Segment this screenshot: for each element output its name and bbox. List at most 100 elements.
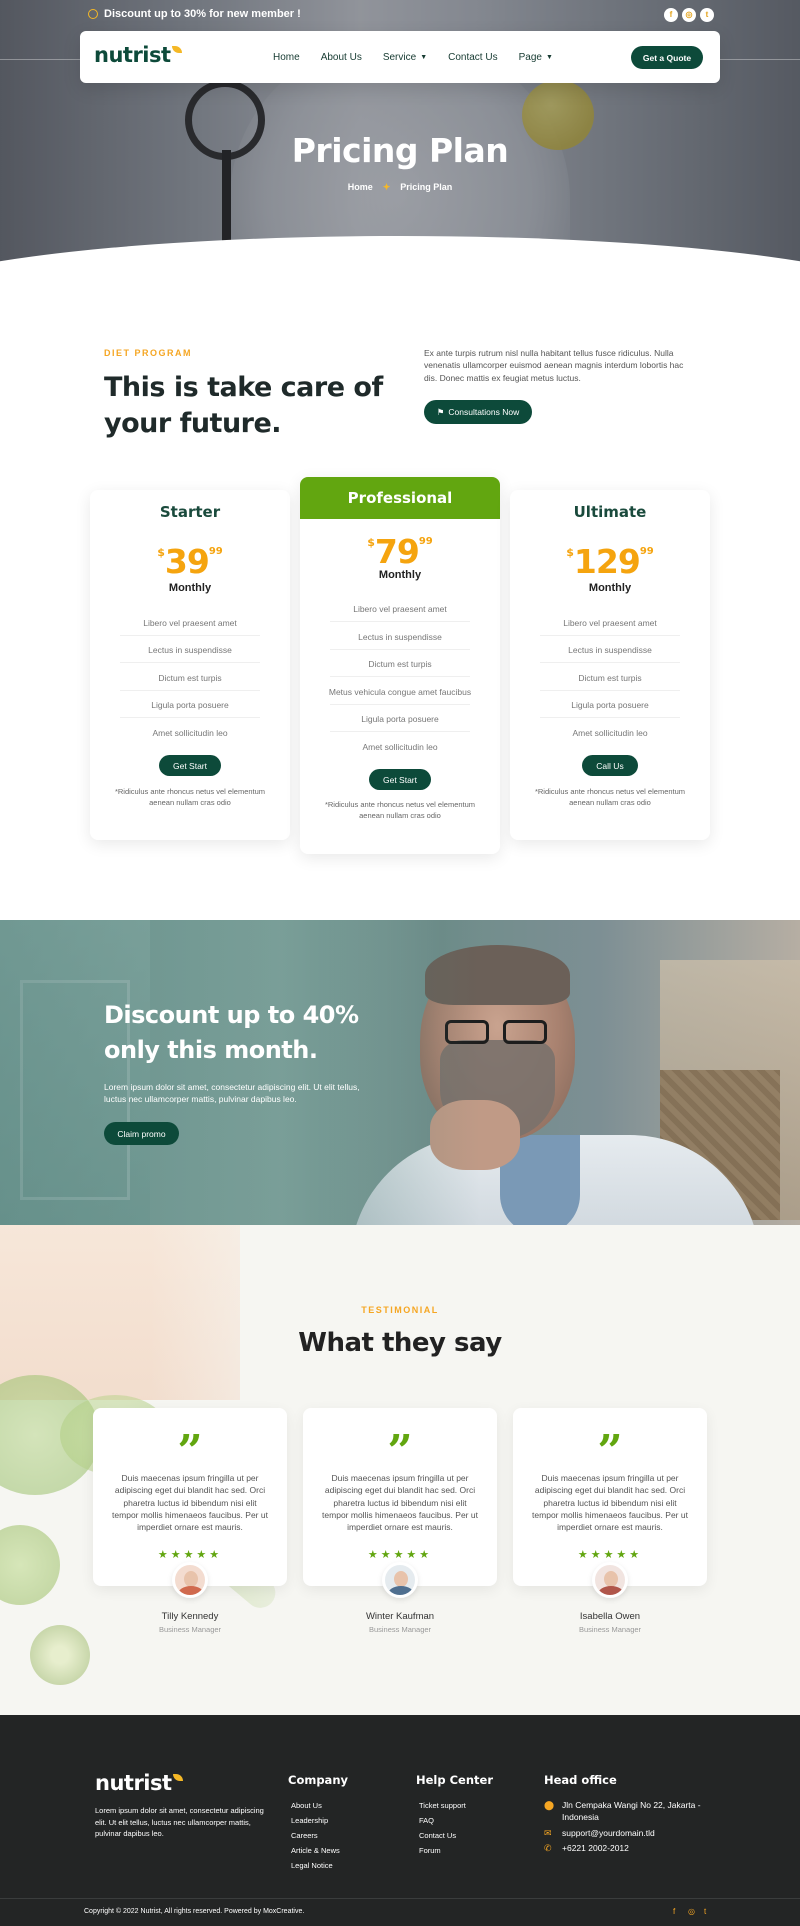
- twitter-icon[interactable]: t: [700, 8, 714, 22]
- get-start-button[interactable]: Get Start: [369, 769, 431, 790]
- testimonial-card: ” Duis maecenas ipsum fringilla ut per a…: [93, 1408, 287, 1586]
- pricing-card-starter: Starter $3999 Monthly Libero vel praesen…: [90, 490, 290, 840]
- nav-item-about-us[interactable]: About Us: [321, 52, 362, 63]
- phone-text: +6221 2002-2012: [562, 1843, 629, 1853]
- nav-item-home[interactable]: Home: [273, 52, 300, 63]
- divider: [120, 662, 260, 663]
- section-description: Ex ante turpis rutrum nisl nulla habitan…: [424, 348, 684, 383]
- testimonial-name: Isabella Owen: [579, 1611, 641, 1622]
- plan-feature: Ligula porta posuere: [361, 714, 439, 724]
- testimonial-name: Winter Kaufman: [365, 1611, 435, 1622]
- price-amount: 79: [374, 532, 420, 571]
- consultations-now-button[interactable]: ⚑ Consultations Now: [424, 400, 532, 424]
- testimonial-card: ” Duis maecenas ipsum fringilla ut per a…: [303, 1408, 497, 1586]
- plan-feature: Lectus in suspendisse: [358, 632, 442, 642]
- divider: [330, 621, 470, 622]
- footer-phone[interactable]: ✆ +6221 2002-2012: [544, 1842, 629, 1855]
- plan-price: $7999: [300, 532, 500, 571]
- star-rating-icon: ★★★★★: [577, 1549, 643, 1561]
- facebook-icon[interactable]: f: [664, 8, 678, 22]
- footer-link[interactable]: Legal Notice: [291, 1861, 333, 1870]
- mail-icon: ✉: [544, 1828, 552, 1838]
- footer-link[interactable]: About Us: [291, 1801, 322, 1810]
- testimonial-text: Duis maecenas ipsum fringilla ut per adi…: [322, 1473, 478, 1533]
- star-rating-icon: ★★★★★: [367, 1549, 433, 1561]
- divider: [330, 704, 470, 705]
- flag-icon: ⚑: [436, 406, 445, 417]
- divider: [540, 635, 680, 636]
- instagram-icon[interactable]: ◎: [688, 1907, 695, 1916]
- apple-graphic: [0, 1525, 60, 1605]
- price-cents: 99: [639, 546, 654, 557]
- section-eyebrow: DIET PROGRAM: [104, 348, 193, 358]
- plan-price: $12999: [510, 542, 710, 581]
- footer-about: Lorem ipsum dolor sit amet, consectetur …: [95, 1806, 264, 1839]
- footer-heading-help-center: Help Center: [416, 1773, 493, 1787]
- nav-item-page[interactable]: Page ▼: [519, 52, 553, 63]
- section-title: What they say: [298, 1328, 502, 1358]
- footer-address: ⬤ Jln Cempaka Wangi No 22, Jakarta - Ind…: [544, 1799, 704, 1824]
- plan-feature: Amet sollicitudin leo: [152, 728, 228, 738]
- nav-menu: Home About Us Service ▼ Contact Us Page ▼: [273, 31, 574, 83]
- banner-description: Lorem ipsum dolor sit amet, consectetur …: [104, 1082, 360, 1105]
- footer-link[interactable]: FAQ: [419, 1816, 434, 1825]
- footer-heading-head-office: Head office: [544, 1773, 617, 1787]
- divider: [120, 690, 260, 691]
- plan-feature: Dictum est turpis: [158, 673, 222, 683]
- banner-overlay: [0, 920, 800, 1225]
- quote-icon: ”: [597, 1426, 623, 1477]
- divider: [330, 676, 470, 677]
- section-eyebrow: TESTIMONIAL: [361, 1305, 439, 1315]
- logo-text: nutrist: [94, 43, 171, 67]
- get-a-quote-button[interactable]: Get a Quote: [631, 46, 703, 69]
- plan-note: *Ridiculus ante rhoncus netus vel elemen…: [114, 787, 266, 808]
- plan-feature: Dictum est turpis: [368, 659, 432, 669]
- breadcrumb-home[interactable]: Home: [348, 182, 373, 192]
- address-text: Jln Cempaka Wangi No 22, Jakarta - Indon…: [562, 1800, 701, 1823]
- footer-link[interactable]: Ticket support: [419, 1801, 466, 1810]
- testimonial-text: Duis maecenas ipsum fringilla ut per adi…: [532, 1473, 688, 1533]
- divider: [540, 662, 680, 663]
- nav-label: Home: [273, 51, 300, 63]
- plan-note: *Ridiculus ante rhoncus netus vel elemen…: [324, 800, 476, 821]
- pricing-card-ultimate: Ultimate $12999 Monthly Libero vel praes…: [510, 490, 710, 840]
- facebook-icon[interactable]: f: [673, 1907, 675, 1916]
- site-logo[interactable]: nutrist: [94, 43, 182, 67]
- testimonial-text: Duis maecenas ipsum fringilla ut per adi…: [112, 1473, 268, 1533]
- footer-link[interactable]: Article & News: [291, 1846, 340, 1855]
- footer-link[interactable]: Contact Us: [419, 1831, 456, 1840]
- nav-item-contact-us[interactable]: Contact Us: [448, 52, 497, 63]
- currency-symbol: $: [367, 536, 375, 549]
- divider: [330, 731, 470, 732]
- twitter-icon[interactable]: t: [704, 1907, 706, 1916]
- leaf-icon: [171, 46, 182, 53]
- phone-icon: ✆: [544, 1843, 552, 1853]
- copyright: Copyright © 2022 Nutrist, All rights res…: [84, 1908, 305, 1915]
- call-us-button[interactable]: Call Us: [582, 755, 638, 776]
- testimonial-role: Business Manager: [158, 1625, 222, 1634]
- footer-logo[interactable]: nutrist: [95, 1771, 183, 1795]
- nav-label: About Us: [320, 51, 362, 63]
- nav-item-service[interactable]: Service ▼: [383, 52, 427, 63]
- nav-label: Contact Us: [448, 51, 498, 63]
- star-rating-icon: ★★★★★: [157, 1549, 223, 1561]
- footer-link[interactable]: Forum: [419, 1846, 441, 1855]
- plan-name: Professional: [347, 489, 453, 507]
- footer-email[interactable]: ✉ support@yourdomain.tld: [544, 1827, 655, 1840]
- get-start-button[interactable]: Get Start: [159, 755, 221, 776]
- chevron-down-icon: ▼: [545, 53, 553, 61]
- discount-banner: [0, 920, 800, 1225]
- map-pin-icon: ⬤: [544, 1800, 555, 1810]
- plan-feature: Amet sollicitudin leo: [362, 742, 438, 752]
- testimonial-name: Tilly Kennedy: [161, 1611, 219, 1622]
- footer-link[interactable]: Leadership: [291, 1816, 328, 1825]
- footer-link[interactable]: Careers: [291, 1831, 318, 1840]
- claim-promo-button[interactable]: Claim promo: [104, 1122, 179, 1145]
- instagram-icon[interactable]: ◎: [682, 8, 696, 22]
- promo-text: Discount up to 30% for new member !: [104, 8, 301, 20]
- divider: [120, 717, 260, 718]
- topbar-socials: f ◎ t: [664, 8, 714, 22]
- email-text: support@yourdomain.tld: [562, 1828, 655, 1838]
- breadcrumb-separator-icon: ✦: [382, 182, 391, 192]
- promo-banner: Discount up to 30% for new member !: [88, 8, 301, 20]
